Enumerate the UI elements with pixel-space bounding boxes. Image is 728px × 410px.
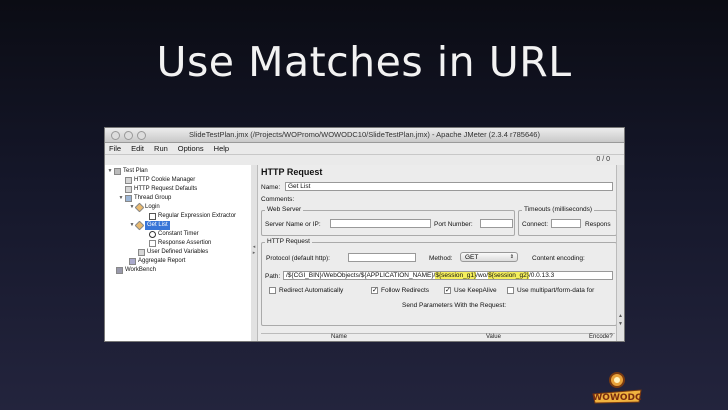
tree-splitter[interactable]: ◂ ▸ [251,165,258,341]
config-element-icon [125,186,132,193]
comments-label: Comments: [261,196,295,203]
minimize-window-button[interactable] [124,131,133,140]
content-encoding-label: Content encoding: [532,255,585,262]
http-request-panel: HTTP Request Name: Get List Comments: We… [258,165,624,341]
column-header-encode[interactable]: Encode? [589,334,613,340]
follow-redirects-checkbox[interactable]: ✓ Follow Redirects [371,287,429,294]
config-element-icon [138,249,145,256]
checkbox-box[interactable] [507,287,514,294]
path-field[interactable]: /${CGI_BIN}/WebObjects/${APPLICATION_NAM… [283,271,613,280]
menu-bar: File Edit Run Options Help [105,143,624,155]
port-number-field[interactable] [480,219,513,228]
tree-item-constant-timer[interactable]: Constant Timer [149,230,199,239]
http-request-title: HTTP Request [265,238,312,245]
tree-item-response-assertion[interactable]: Response Assertion [149,239,211,248]
path-label: Path: [265,273,281,280]
name-label: Name: [261,184,281,191]
expand-triangle-icon[interactable]: ▼ [118,194,124,203]
tree-item-login[interactable]: ▼ Login [129,202,160,213]
panel-scrollbar[interactable]: ▲ ▼ [616,165,624,341]
connect-timeout-field[interactable] [551,219,581,228]
expand-triangle-icon[interactable]: ▼ [107,167,113,176]
svg-text:WOWODC: WOWODC [592,393,642,403]
checkmark-icon[interactable]: ✓ [371,287,378,294]
checkmark-icon[interactable]: ✓ [444,287,451,294]
sampler-icon [134,220,145,231]
tree-item-workbench[interactable]: WorkBench [116,266,156,275]
zoom-window-button[interactable] [137,131,146,140]
wowodc-logo-graphic: WOWODC [592,372,642,404]
tree-item-thread-group[interactable]: ▼ Thread Group [118,194,171,203]
slide-title: Use Matches in URL [156,38,572,86]
use-keepalive-checkbox[interactable]: ✓ Use KeepAlive [444,287,497,294]
status-toolbar: 0 / 0 [105,155,624,165]
window-title: SlideTestPlan.jmx (/Projects/WOPromo/WOW… [189,130,540,139]
timeouts-group: Timeouts (milliseconds) Connect: Respons [518,206,617,236]
method-select[interactable]: GET ⇕ [460,252,518,262]
parameters-table-header: Name Value Encode? [261,333,615,341]
tree-item-request-defaults[interactable]: HTTP Request Defaults [125,185,197,194]
window-titlebar: SlideTestPlan.jmx (/Projects/WOPromo/WOW… [105,128,624,143]
protocol-field[interactable] [348,253,416,262]
session-g2-variable: ${session_g2} [488,272,529,279]
timer-icon [149,231,156,238]
send-parameters-title: Send Parameters With the Request: [402,302,507,309]
column-header-name[interactable]: Name [331,334,347,340]
tree-item-cookie-manager[interactable]: HTTP Cookie Manager [125,176,195,185]
menu-edit[interactable]: Edit [131,143,144,154]
tree-item-user-defined-variables[interactable]: User Defined Variables [138,248,208,257]
web-server-group: Web Server Server Name or IP: Port Numbe… [261,206,515,236]
thread-group-icon [125,195,132,202]
thread-counter: 0 / 0 [596,156,610,163]
window-controls [111,131,146,140]
listener-icon [129,258,136,265]
port-number-label: Port Number: [434,221,473,228]
connect-label: Connect: [522,221,549,228]
tree-item-aggregate-report[interactable]: Aggregate Report [129,257,185,266]
wowodc-logo: WOWODC [587,370,647,404]
dropdown-arrows-icon: ⇕ [509,254,514,260]
splitter-left-arrow-icon[interactable]: ◂ [251,245,257,250]
scroll-up-arrow-icon[interactable]: ▲ [617,313,624,319]
post-processor-icon [149,213,156,220]
panel-heading: HTTP Request [261,167,323,177]
name-field[interactable]: Get List [285,182,613,191]
config-element-icon [125,177,132,184]
checkbox-box[interactable] [269,287,276,294]
menu-run[interactable]: Run [154,143,168,154]
sampler-icon [134,202,145,213]
session-g1-variable: ${session_g1} [435,272,477,279]
scroll-down-arrow-icon[interactable]: ▼ [617,321,624,327]
splitter-right-arrow-icon[interactable]: ▸ [251,251,257,256]
test-plan-icon [114,168,121,175]
jmeter-window: SlideTestPlan.jmx (/Projects/WOPromo/WOW… [104,127,625,342]
menu-help[interactable]: Help [214,143,229,154]
server-name-field[interactable] [330,219,431,228]
workbench-icon [116,267,123,274]
tree-item-get-list[interactable]: ▼ Get List [129,220,170,231]
response-timeout-label: Respons [585,221,611,228]
assertion-icon [149,240,156,247]
column-header-value[interactable]: Value [486,334,501,340]
protocol-label: Protocol (default http): [266,255,330,262]
web-server-title: Web Server [265,206,304,213]
server-name-label: Server Name or IP: [265,221,321,228]
tree-item-test-plan[interactable]: ▼ Test Plan [107,167,148,176]
timeouts-title: Timeouts (milliseconds) [522,206,595,213]
method-label: Method: [429,255,453,262]
redirect-automatically-checkbox[interactable]: Redirect Automatically [269,287,343,294]
menu-options[interactable]: Options [178,143,204,154]
http-request-group: HTTP Request Protocol (default http): Me… [261,238,617,326]
menu-file[interactable]: File [109,143,121,154]
close-window-button[interactable] [111,131,120,140]
test-plan-tree: ▼ Test Plan HTTP Cookie Manager HTTP Requ… [105,165,252,341]
tree-item-regex-extractor[interactable]: Regular Expression Extractor [149,212,236,221]
multipart-form-data-checkbox[interactable]: Use multipart/form-data for [507,287,594,294]
